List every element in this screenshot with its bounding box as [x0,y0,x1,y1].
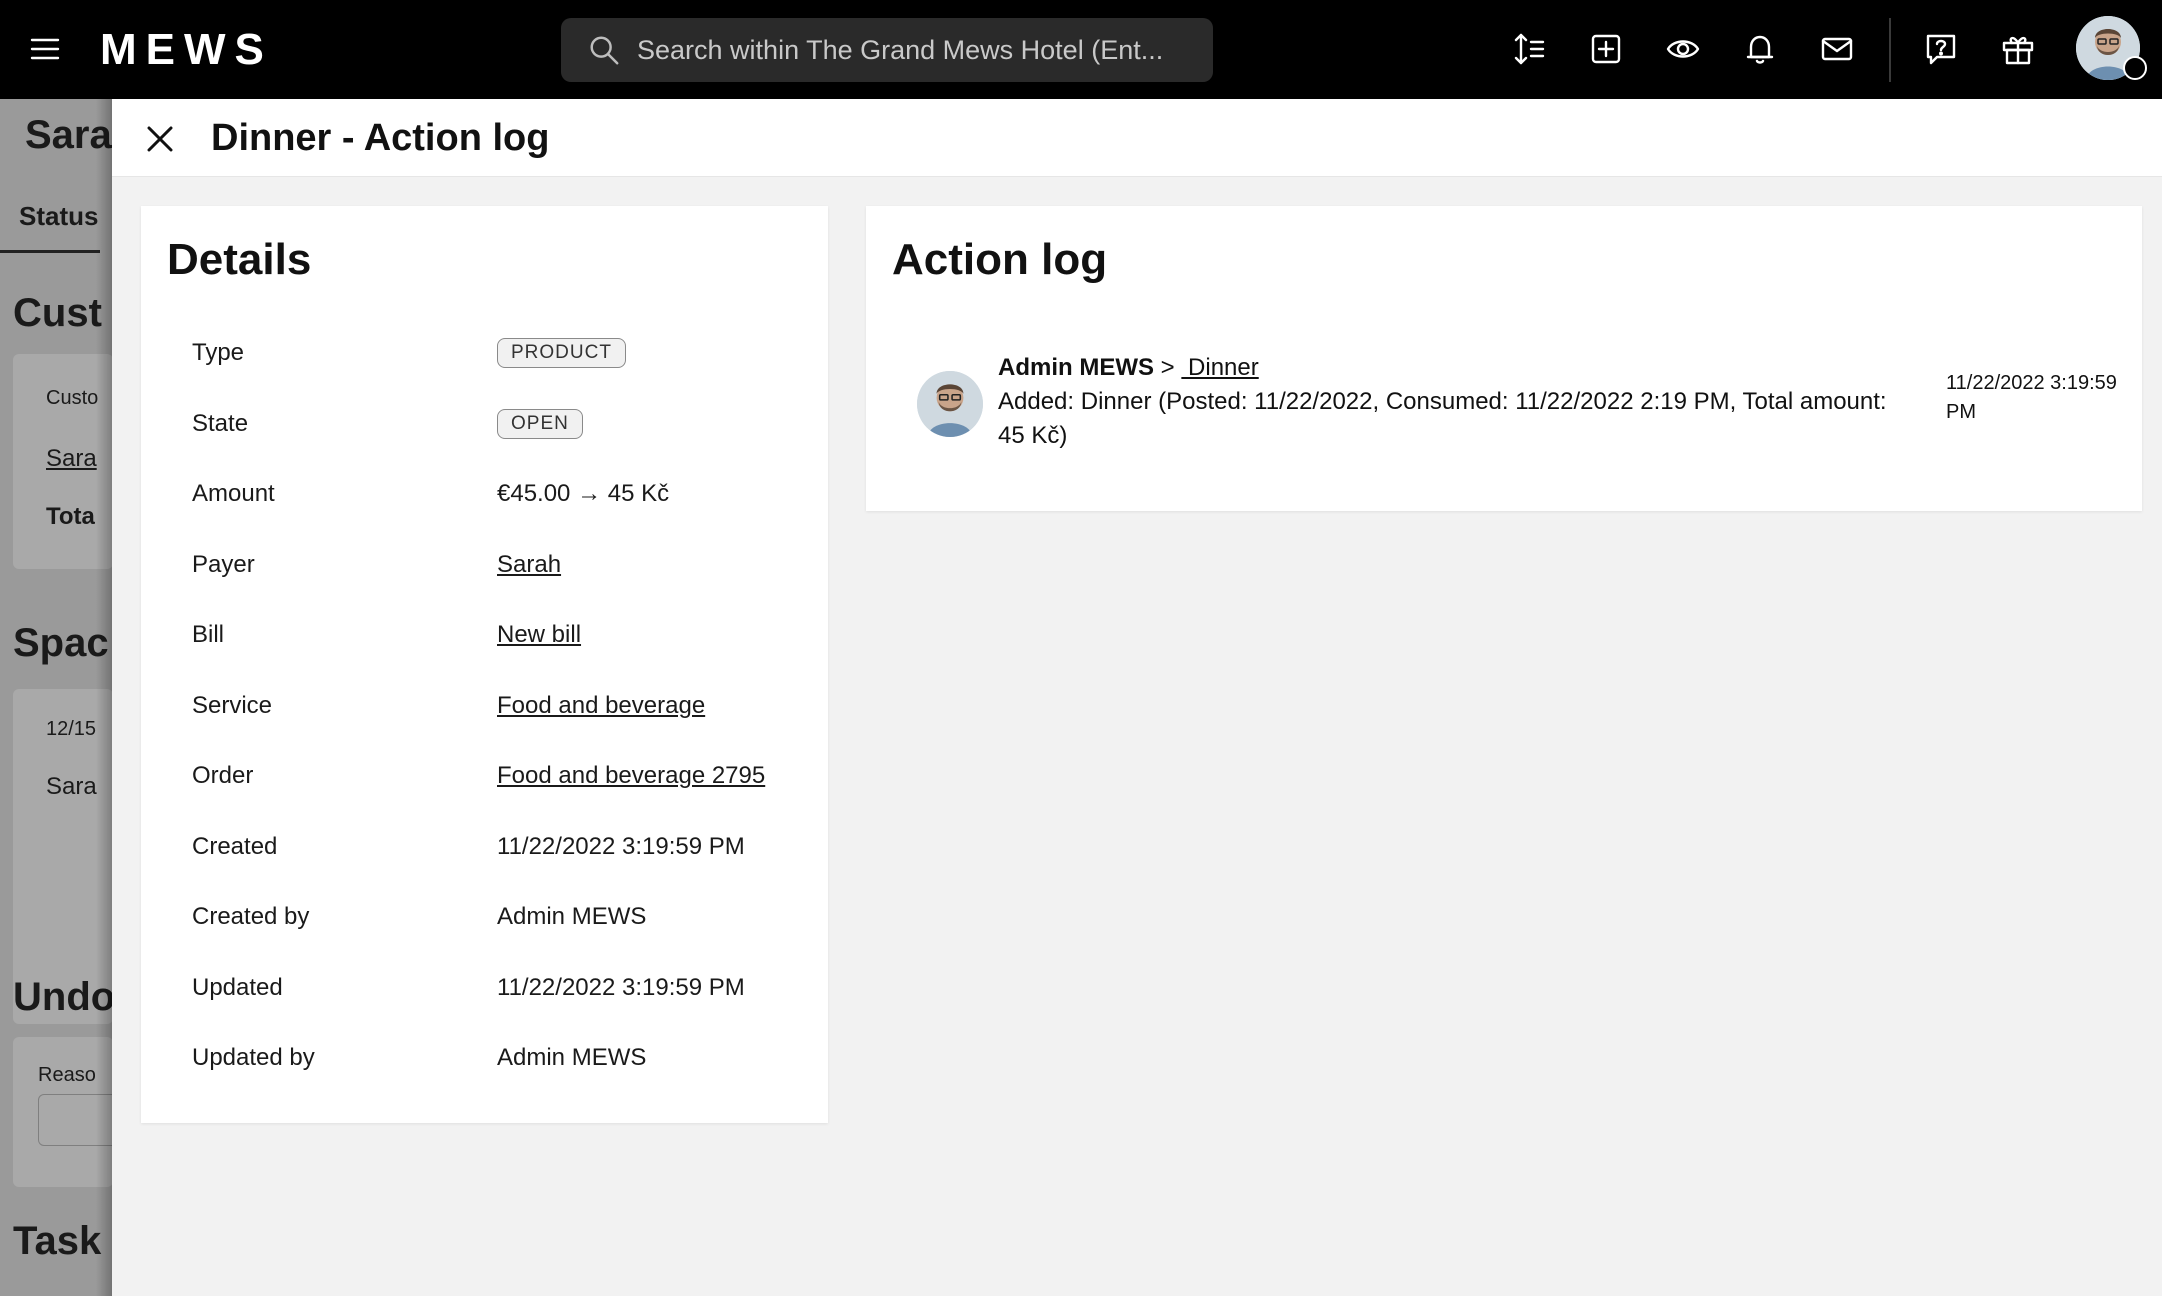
background-total-label: Tota [46,503,95,530]
background-tab-status: Status [19,201,99,231]
gift-icon[interactable] [1987,18,2049,80]
log-entry-header: Admin MEWS > Dinner [998,351,1898,385]
background-section-spaces: Spac [13,621,109,665]
log-user: Admin MEWS [998,354,1154,381]
detail-row-updated-by: Updated by Admin MEWS [192,1038,812,1078]
background-space-name: Sara [46,773,97,800]
log-timestamp: 11/22/2022 3:19:59 PM [1946,372,2117,423]
detail-key: Updated [192,974,283,1001]
amount-value: €45.00 → 45 Kč [497,480,670,507]
toolbar-divider [1889,18,1891,82]
detail-key: Updated by [192,1044,315,1071]
mews-logo[interactable]: MEWS [100,22,273,78]
menu-icon[interactable] [14,18,76,80]
detail-row-payer: Payer Sarah [192,545,812,585]
detail-key: Order [192,762,254,789]
background-section-tasks: Task [13,1219,102,1263]
action-log-drawer: Dinner - Action log Details Type PRODUCT… [112,99,2162,1296]
detail-key: Created by [192,903,310,930]
detail-row-created: Created 11/22/2022 3:19:59 PM [192,827,812,867]
detail-key: Amount [192,480,275,507]
order-link[interactable]: Food and beverage 2795 [497,762,765,790]
bill-link[interactable]: New bill [497,621,581,649]
detail-key: State [192,410,249,437]
close-button[interactable] [136,115,184,163]
mail-icon[interactable] [1806,18,1868,80]
updated-value: 11/22/2022 3:19:59 PM [497,974,745,1001]
detail-row-service: Service Food and beverage [192,686,812,726]
background-space-date: 12/15 [46,718,97,740]
action-log-card: Action log Admin MEWS > Dinner Added: Di… [866,206,2142,511]
created-by-value: Admin MEWS [497,903,647,930]
eye-icon[interactable] [1652,18,1714,80]
details-card: Details Type PRODUCT State OPEN Amount €… [141,206,828,1123]
detail-key: Type [192,339,245,366]
user-avatar [917,371,983,437]
created-value: 11/22/2022 3:19:59 PM [497,833,745,860]
status-indicator-icon [2123,56,2147,80]
background-reason-label: Reaso [38,1064,96,1086]
service-link[interactable]: Food and beverage [497,692,705,720]
drawer-shadow [96,99,112,1296]
action-log-heading: Action log [892,235,1108,284]
detail-key: Service [192,692,273,719]
state-badge: OPEN [497,409,583,439]
detail-row-order: Order Food and beverage 2795 [192,756,812,796]
search-bar[interactable] [561,18,1213,82]
detail-key: Created [192,833,278,860]
add-icon[interactable] [1575,18,1637,80]
log-separator: > [1160,354,1175,381]
background-tab-underline [0,250,100,253]
close-icon [147,126,173,152]
background-customer-link: Sara [46,445,97,472]
bell-icon[interactable] [1729,18,1791,80]
detail-row-amount: Amount €45.00 → 45 Kč [192,474,812,514]
payer-link[interactable]: Sarah [497,551,561,579]
search-icon [590,36,619,65]
details-heading: Details [167,235,312,284]
sort-icon[interactable] [1498,18,1560,80]
updated-by-value: Admin MEWS [497,1044,647,1071]
detail-row-updated: Updated 11/22/2022 3:19:59 PM [192,968,812,1008]
detail-key: Bill [192,621,225,648]
detail-row-created-by: Created by Admin MEWS [192,897,812,937]
drawer-title: Dinner - Action log [211,117,550,159]
detail-key: Payer [192,551,255,578]
drawer-header: Dinner - Action log [112,99,2162,177]
search-input[interactable] [637,34,1197,66]
background-customer-label: Custo [46,387,99,409]
type-badge: PRODUCT [497,338,626,368]
log-entry-body: Admin MEWS > Dinner Added: Dinner (Poste… [998,351,1898,453]
detail-row-type: Type PRODUCT [192,333,812,373]
log-target-link[interactable]: Dinner [1181,354,1259,381]
top-bar: MEWS [0,0,2162,99]
log-entry-text: Added: Dinner (Posted: 11/22/2022, Consu… [998,388,1887,449]
background-section-customers: Cust [13,291,102,335]
detail-row-state: State OPEN [192,404,812,444]
detail-row-bill: Bill New bill [192,615,812,655]
help-icon[interactable] [1910,18,1972,80]
